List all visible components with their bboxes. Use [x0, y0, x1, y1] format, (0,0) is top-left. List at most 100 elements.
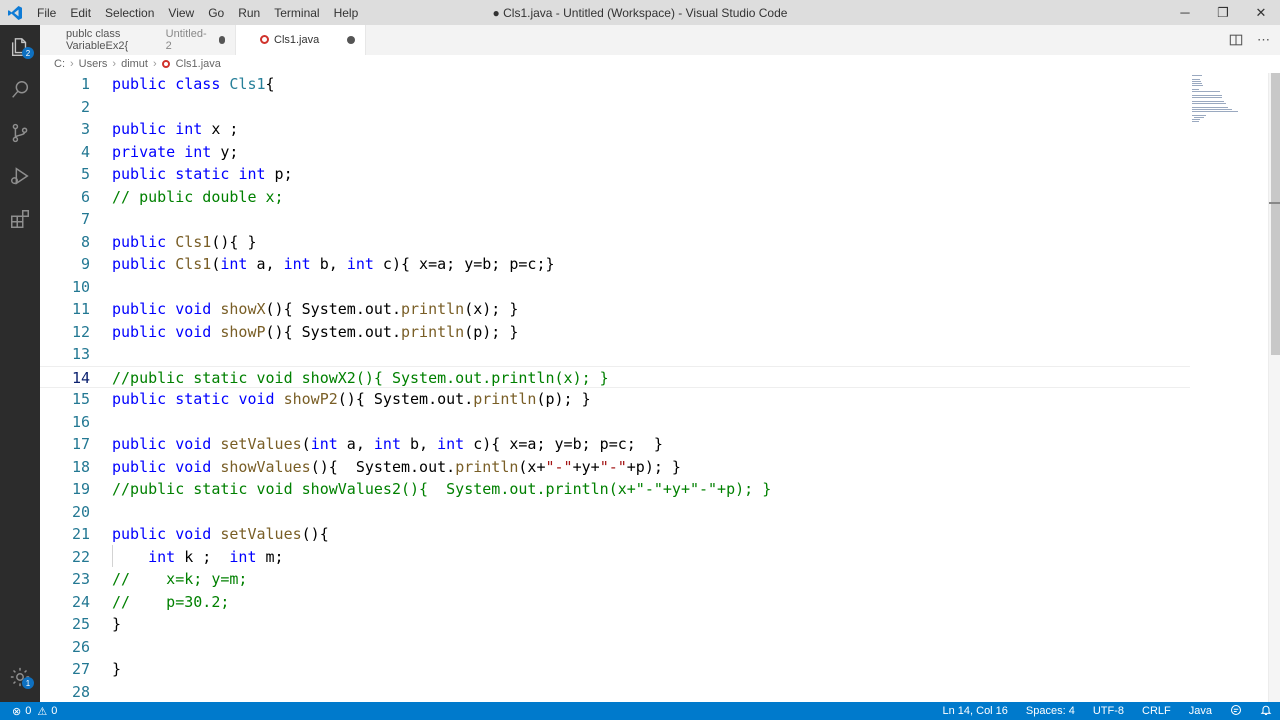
code-line[interactable]: 20	[40, 501, 1190, 524]
extensions-icon[interactable]	[0, 199, 40, 239]
minimize-button[interactable]: ─	[1166, 0, 1204, 25]
java-file-icon	[260, 35, 269, 44]
code-line[interactable]: 28	[40, 681, 1190, 703]
editor-actions: ⋯	[1229, 25, 1270, 55]
code-line[interactable]: 19 //public static void showValues2(){ Sy…	[40, 478, 1190, 501]
tab-cls1-java[interactable]: Cls1.java	[236, 25, 366, 55]
java-file-icon	[161, 60, 170, 68]
code-line[interactable]: 4 private int y;	[40, 141, 1190, 164]
line-code: public void showP(){ System.out.println(…	[112, 322, 519, 341]
warning-count: 0	[51, 705, 58, 717]
code-line[interactable]: 24 // p=30.2;	[40, 591, 1190, 614]
scrollbar-thumb[interactable]	[1271, 73, 1280, 355]
code-line[interactable]: 17 public void setValues(int a, int b, in…	[40, 433, 1190, 456]
code-line[interactable]: 25}	[40, 613, 1190, 636]
cursor-position[interactable]: Ln 14, Col 16	[942, 705, 1007, 717]
breadcrumb-file[interactable]: Cls1.java	[176, 58, 221, 70]
line-number: 25	[71, 615, 90, 633]
notifications-bell-icon[interactable]	[1260, 704, 1272, 719]
window-controls: ─ ❐ ✕	[1166, 0, 1280, 25]
line-number: 24	[71, 592, 90, 611]
minimap[interactable]	[1192, 73, 1252, 133]
line-number: 13	[71, 345, 90, 363]
code-line[interactable]: 18 public void showValues(){ System.out.p…	[40, 456, 1190, 479]
source-control-icon[interactable]	[0, 113, 40, 153]
line-number: 21	[71, 525, 90, 543]
breadcrumb: C: › Users › dimut › Cls1.java	[40, 55, 1280, 73]
line-number: 11	[71, 300, 90, 318]
vertical-scrollbar[interactable]	[1268, 73, 1280, 702]
problems-indicator[interactable]: ⊗ 0 ⚠ 0	[0, 705, 57, 718]
line-number: 5	[80, 165, 90, 183]
more-actions-icon[interactable]: ⋯	[1257, 32, 1270, 48]
menu-run[interactable]: Run	[231, 6, 267, 20]
encoding[interactable]: UTF-8	[1093, 705, 1124, 717]
split-editor-icon[interactable]	[1229, 33, 1243, 47]
code-line[interactable]: 23 // x=k; y=m;	[40, 568, 1190, 591]
code-line[interactable]: 6 // public double x;	[40, 186, 1190, 209]
manage-badge: 1	[22, 677, 34, 689]
unsaved-dot-icon[interactable]	[218, 36, 225, 44]
code-line[interactable]: 12 public void showP(){ System.out.printl…	[40, 321, 1190, 344]
explorer-icon[interactable]: 2	[0, 27, 40, 67]
tab-label: Cls1.java	[274, 34, 320, 46]
tab-hint: Untitled-2	[165, 28, 207, 52]
line-number: 16	[71, 412, 90, 431]
feedback-icon[interactable]	[1230, 704, 1242, 719]
code-line[interactable]: 10	[40, 276, 1190, 299]
line-number: 18	[71, 457, 90, 476]
menu-selection[interactable]: Selection	[98, 6, 161, 20]
code-line[interactable]: 22 int k ; int m;	[40, 546, 1190, 569]
code-line[interactable]: 5 public static int p;	[40, 163, 1190, 186]
restore-button[interactable]: ❐	[1204, 0, 1242, 25]
chevron-right-icon: ›	[70, 58, 74, 70]
close-window-button[interactable]: ✕	[1242, 0, 1280, 25]
code-line[interactable]: 11 public void showX(){ System.out.printl…	[40, 298, 1190, 321]
menu-help[interactable]: Help	[327, 6, 366, 20]
line-number: 20	[71, 502, 90, 521]
cursor-position-marker	[1269, 202, 1280, 204]
line-code: public class Cls1{	[112, 75, 275, 93]
title-bar: File Edit Selection View Go Run Terminal…	[0, 0, 1280, 25]
code-line[interactable]: 21 public void setValues(){	[40, 523, 1190, 546]
code-line[interactable]: 8 public Cls1(){ }	[40, 231, 1190, 254]
menu-go[interactable]: Go	[201, 6, 231, 20]
line-code: public static int p;	[112, 165, 293, 183]
code-line[interactable]: 13	[40, 343, 1190, 366]
indentation[interactable]: Spaces: 4	[1026, 705, 1075, 717]
line-code: public void showX(){ System.out.println(…	[112, 300, 519, 318]
tab-label: publc class VariableEx2{	[66, 28, 129, 52]
code-line[interactable]: 26	[40, 636, 1190, 659]
line-code: }	[112, 660, 122, 678]
search-icon[interactable]	[0, 70, 40, 110]
run-debug-icon[interactable]	[0, 156, 40, 196]
line-number: 22	[71, 547, 90, 566]
code-editor[interactable]: 1 public class Cls1{2 3 public int x ; 4 priv…	[40, 73, 1280, 702]
breadcrumb-drive[interactable]: C:	[54, 58, 65, 70]
end-of-line[interactable]: CRLF	[1142, 705, 1171, 717]
menu-view[interactable]: View	[161, 6, 201, 20]
menu-file[interactable]: File	[30, 6, 63, 20]
language-mode[interactable]: Java	[1189, 705, 1212, 717]
unsaved-dot-icon[interactable]	[347, 36, 355, 44]
code-line[interactable]: 7	[40, 208, 1190, 231]
code-line[interactable]: 1 public class Cls1{	[40, 73, 1190, 96]
manage-gear-icon[interactable]: 1	[0, 657, 40, 697]
code-line[interactable]: 14 //public static void showX2(){ System.…	[40, 365, 1190, 388]
code-line[interactable]: 27}	[40, 658, 1190, 681]
code-line[interactable]: 9 public Cls1(int a, int b, int c){ x=a; …	[40, 253, 1190, 276]
menu-edit[interactable]: Edit	[63, 6, 98, 20]
line-number: 7	[80, 210, 90, 228]
code-line[interactable]: 16	[40, 411, 1190, 434]
menu-bar: File Edit Selection View Go Run Terminal…	[30, 0, 365, 25]
code-line[interactable]: 15 public static void showP2(){ System.ou…	[40, 388, 1190, 411]
breadcrumb-user-folder[interactable]: dimut	[121, 58, 148, 70]
line-code: public Cls1(int a, int b, int c){ x=a; y…	[112, 255, 555, 273]
tab-untitled-2[interactable]: publc class VariableEx2{ Untitled-2	[40, 25, 236, 55]
code-line[interactable]: 3 public int x ;	[40, 118, 1190, 141]
code-line[interactable]: 2	[40, 96, 1190, 119]
editor-tabs: publc class VariableEx2{ Untitled-2 Cls1…	[40, 25, 1280, 55]
breadcrumb-users[interactable]: Users	[79, 58, 108, 70]
explorer-badge: 2	[22, 47, 34, 59]
menu-terminal[interactable]: Terminal	[267, 6, 326, 20]
